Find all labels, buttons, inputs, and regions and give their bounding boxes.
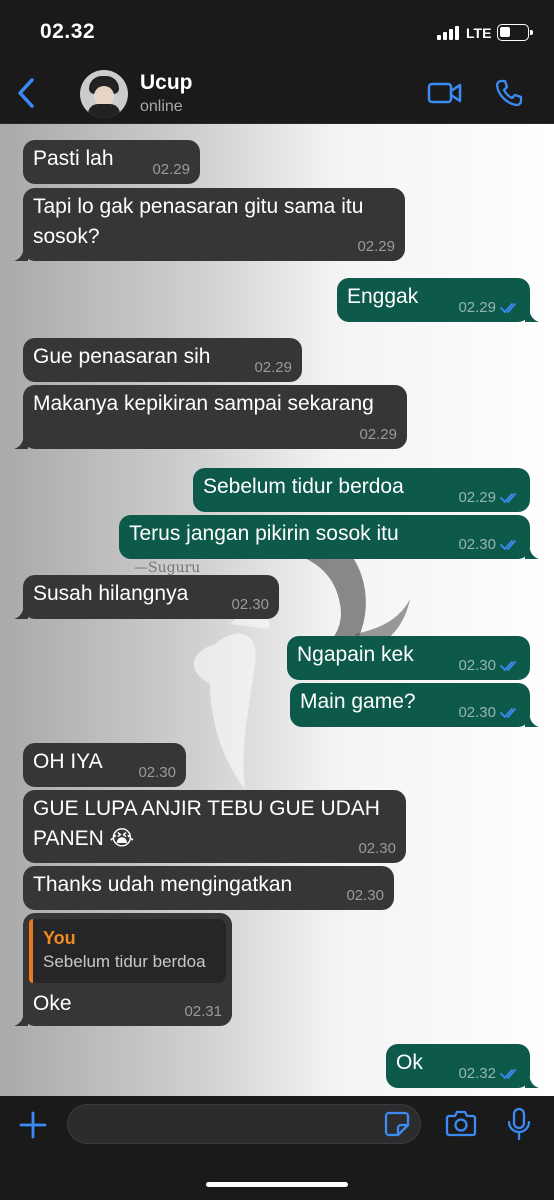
bubble-tail bbox=[525, 308, 539, 322]
reply-text: Sebelum tidur berdoa bbox=[43, 952, 206, 971]
bubble-tail bbox=[14, 605, 28, 619]
message-time: 02.30 bbox=[231, 596, 269, 613]
message-meta: 02.29 bbox=[458, 490, 520, 506]
message-text: Makanya kepikiran sampai sekarang bbox=[33, 392, 374, 415]
message-meta: 02.30 bbox=[458, 537, 520, 553]
outgoing-message-bubble[interactable]: Main game? 02.30 bbox=[290, 683, 539, 727]
outgoing-message-bubble[interactable]: Sebelum tidur berdoa 02.29 bbox=[193, 468, 530, 512]
incoming-message-bubble[interactable]: Pasti lah 02.29 bbox=[23, 140, 200, 184]
read-receipt-icon bbox=[500, 540, 516, 550]
incoming-message-bubble[interactable]: OH IYA 02.30 bbox=[23, 743, 186, 787]
message-time: 02.30 bbox=[346, 887, 384, 904]
message-meta: 02.31 bbox=[184, 1004, 222, 1020]
message-time: 02.30 bbox=[138, 764, 176, 781]
outgoing-message-bubble[interactable]: Enggak 02.29 bbox=[337, 278, 539, 322]
contact-status: online bbox=[140, 98, 183, 115]
camera-icon[interactable] bbox=[445, 1109, 477, 1137]
back-chevron-icon[interactable] bbox=[14, 76, 40, 110]
message-meta: 02.30 bbox=[138, 765, 176, 781]
input-bar bbox=[0, 1096, 554, 1200]
message-time: 02.30 bbox=[458, 657, 496, 674]
status-bar: 02.32 LTE bbox=[0, 0, 554, 62]
bubble-tail bbox=[525, 545, 539, 559]
incoming-message-bubble[interactable]: Susah hilangnya 02.30 bbox=[14, 575, 279, 619]
message-input[interactable] bbox=[67, 1104, 421, 1144]
message-meta: 02.30 bbox=[458, 705, 520, 721]
message-meta: 02.30 bbox=[346, 888, 384, 904]
read-receipt-icon bbox=[500, 1069, 516, 1079]
message-time: 02.29 bbox=[357, 238, 395, 255]
outgoing-message-bubble[interactable]: Terus jangan pikirin sosok itu 02.30 bbox=[119, 515, 539, 559]
message-time: 02.30 bbox=[458, 536, 496, 553]
message-text: GUE LUPA ANJIR TEBU GUE UDAH PANEN 😭 bbox=[33, 797, 380, 850]
message-meta: 02.29 bbox=[152, 162, 190, 178]
read-receipt-icon bbox=[500, 661, 516, 671]
bubble-tail bbox=[14, 247, 28, 261]
message-time: 02.29 bbox=[458, 489, 496, 506]
wallpaper-caption: —Suguru bbox=[134, 560, 201, 576]
outgoing-message-bubble[interactable]: Ok 02.32 bbox=[386, 1044, 539, 1088]
plus-attach-icon[interactable] bbox=[18, 1110, 48, 1140]
message-meta: 02.30 bbox=[231, 597, 269, 613]
contact-name[interactable]: Ucup bbox=[140, 71, 193, 95]
video-call-icon[interactable] bbox=[427, 80, 463, 106]
message-time: 02.30 bbox=[458, 704, 496, 721]
reply-author: You bbox=[43, 928, 76, 948]
message-text: Gue penasaran sih bbox=[33, 345, 211, 368]
message-time: 02.31 bbox=[184, 1003, 222, 1020]
battery-icon bbox=[497, 24, 533, 41]
reply-quote[interactable]: You Sebelum tidur berdoa bbox=[29, 919, 226, 983]
bubble-tail bbox=[14, 1012, 28, 1026]
message-time: 02.30 bbox=[358, 840, 396, 857]
message-time: 02.32 bbox=[458, 1065, 496, 1082]
message-meta: 02.29 bbox=[458, 300, 520, 316]
message-meta: 02.32 bbox=[458, 1066, 520, 1082]
incoming-message-bubble[interactable]: Makanya kepikiran sampai sekarang 02.29 bbox=[14, 385, 407, 449]
network-type: LTE bbox=[466, 25, 492, 41]
microphone-icon[interactable] bbox=[506, 1107, 532, 1141]
status-time: 02.32 bbox=[40, 20, 96, 43]
message-time: 02.29 bbox=[254, 359, 292, 376]
signal-strength-icon bbox=[437, 26, 459, 40]
message-meta: 02.29 bbox=[357, 239, 395, 255]
outgoing-message-bubble[interactable]: Ngapain kek 02.30 bbox=[287, 636, 530, 680]
reply-quote-bar bbox=[29, 919, 33, 983]
bubble-tail bbox=[525, 713, 539, 727]
message-text: Tapi lo gak penasaran gitu sama itu soso… bbox=[33, 195, 364, 248]
chat-area[interactable]: —Suguru Pasti lah 02.29 Tapi lo gak penasa… bbox=[0, 124, 554, 1096]
read-receipt-icon bbox=[500, 708, 516, 718]
incoming-message-bubble[interactable]: Gue penasaran sih 02.29 bbox=[23, 338, 302, 382]
read-receipt-icon bbox=[500, 303, 516, 313]
read-receipt-icon bbox=[500, 493, 516, 503]
message-time: 02.29 bbox=[458, 299, 496, 316]
bubble-tail bbox=[525, 1074, 539, 1088]
home-indicator[interactable] bbox=[206, 1182, 348, 1187]
sticker-icon[interactable] bbox=[384, 1111, 410, 1137]
voice-call-icon[interactable] bbox=[494, 78, 524, 108]
message-time: 02.29 bbox=[152, 161, 190, 178]
message-time: 02.29 bbox=[359, 426, 397, 443]
message-meta: 02.30 bbox=[458, 658, 520, 674]
incoming-message-bubble[interactable]: You Sebelum tidur berdoa Oke 02.31 bbox=[14, 913, 232, 1026]
message-text: Thanks udah mengingatkan bbox=[33, 873, 293, 896]
bubble-tail bbox=[14, 435, 28, 449]
incoming-message-bubble[interactable]: Thanks udah mengingatkan 02.30 bbox=[23, 866, 394, 910]
message-meta: 02.29 bbox=[359, 427, 397, 443]
incoming-message-bubble[interactable]: GUE LUPA ANJIR TEBU GUE UDAH PANEN 😭 02.3… bbox=[23, 790, 406, 863]
incoming-message-bubble[interactable]: Tapi lo gak penasaran gitu sama itu soso… bbox=[14, 188, 405, 261]
message-meta: 02.30 bbox=[358, 841, 396, 857]
chat-header: Ucup online bbox=[0, 62, 554, 124]
message-meta: 02.29 bbox=[254, 360, 292, 376]
contact-avatar[interactable] bbox=[80, 70, 128, 118]
